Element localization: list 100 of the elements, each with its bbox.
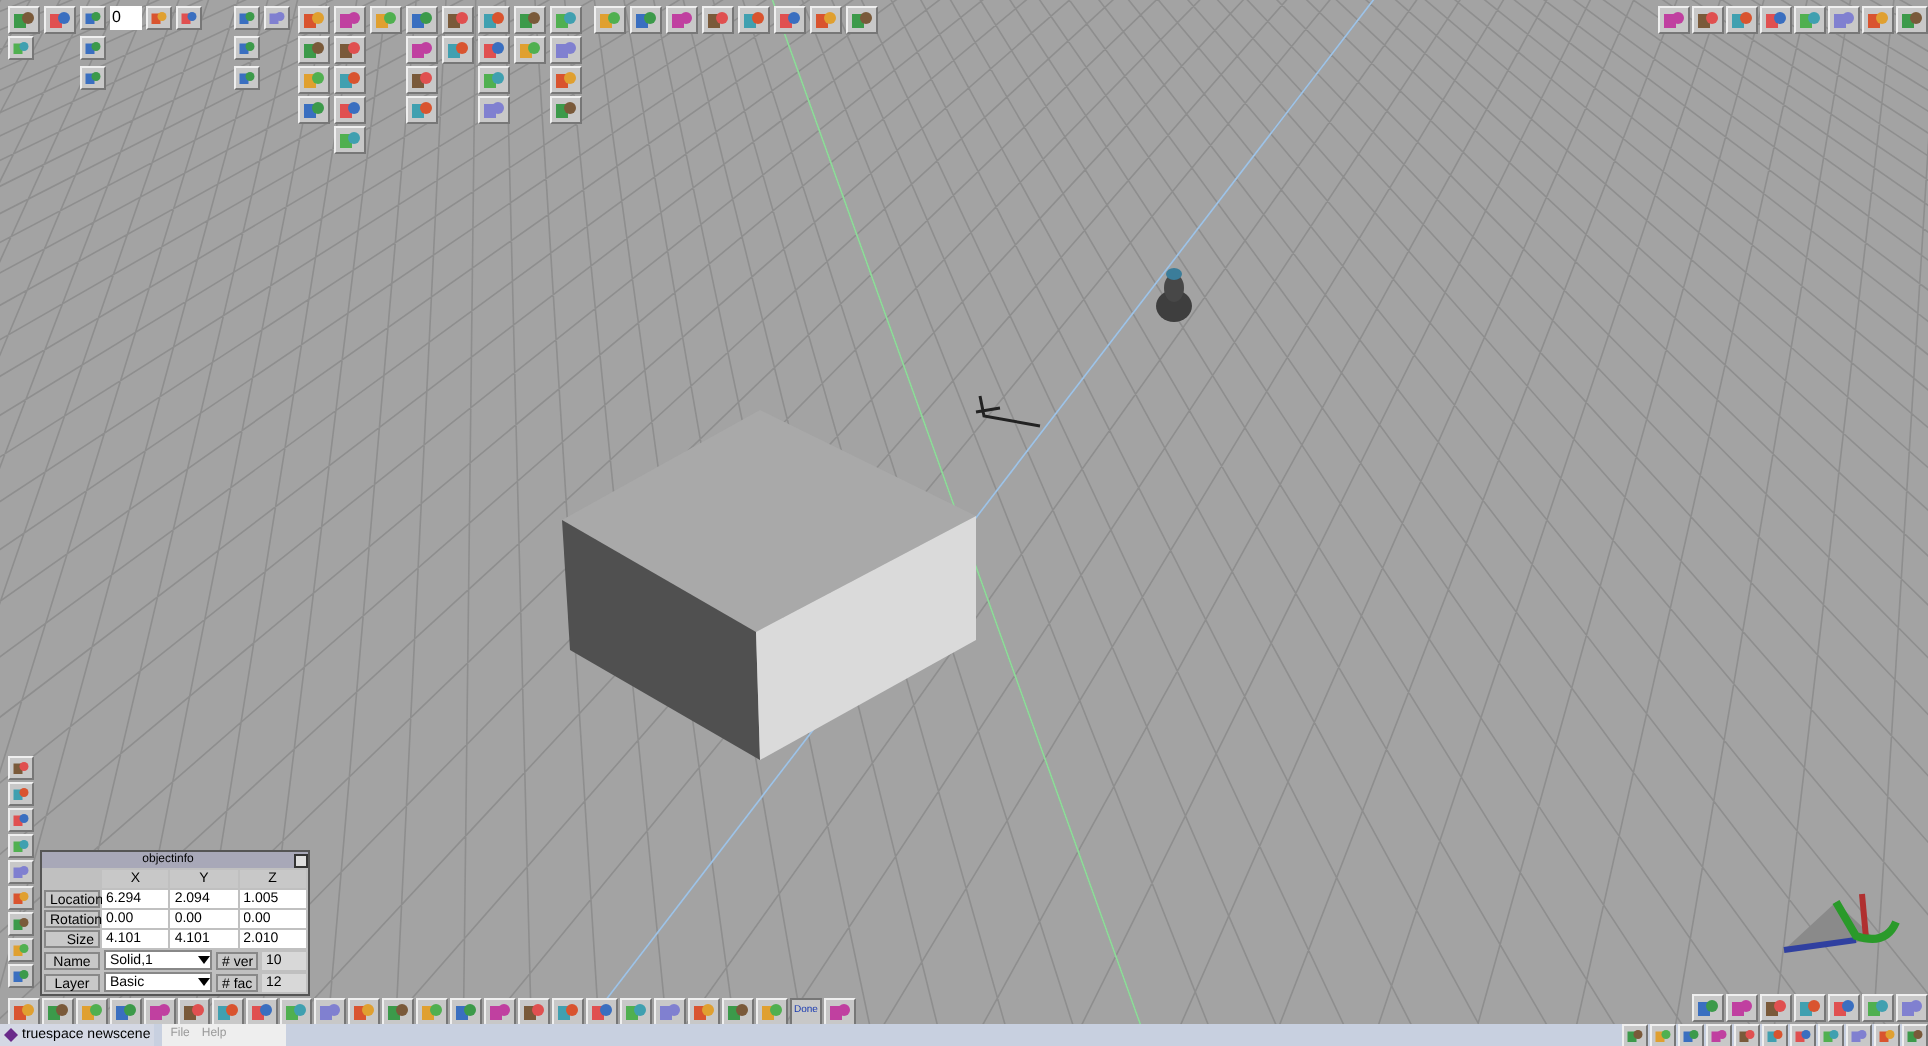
tool-button[interactable] — [550, 36, 582, 64]
tool-button[interactable] — [654, 998, 686, 1026]
tool-button[interactable] — [756, 998, 788, 1026]
tool-button[interactable] — [246, 998, 278, 1026]
tool-button[interactable] — [370, 6, 402, 34]
close-button[interactable] — [294, 853, 308, 867]
tool-button[interactable] — [594, 6, 626, 34]
tool-button[interactable] — [334, 6, 366, 34]
tool-button[interactable] — [334, 96, 366, 124]
tool-button[interactable] — [514, 6, 546, 34]
tool-button[interactable] — [1896, 994, 1928, 1022]
tool-button[interactable] — [518, 998, 550, 1026]
tool-button[interactable] — [76, 998, 108, 1026]
tool-button[interactable] — [738, 6, 770, 34]
tool-button[interactable] — [484, 998, 516, 1026]
tool-button[interactable] — [8, 756, 34, 780]
tool-button[interactable] — [666, 6, 698, 34]
tool-button[interactable] — [1794, 6, 1826, 34]
tool-button[interactable] — [8, 834, 34, 858]
tool-button[interactable] — [846, 6, 878, 34]
tool-button[interactable] — [1762, 1023, 1788, 1046]
tool-button[interactable] — [42, 998, 74, 1026]
tool-button[interactable] — [550, 96, 582, 124]
tool-button[interactable] — [234, 6, 260, 30]
tool-button[interactable] — [1650, 1023, 1676, 1046]
tool-button[interactable] — [774, 6, 806, 34]
tool-button[interactable] — [1828, 994, 1860, 1022]
tool-button[interactable] — [8, 912, 34, 936]
tool-button[interactable] — [334, 66, 366, 94]
tool-button[interactable] — [1846, 1023, 1872, 1046]
tool-button[interactable] — [8, 782, 34, 806]
tool-button[interactable] — [1862, 6, 1894, 34]
tool-button[interactable] — [586, 998, 618, 1026]
tool-button[interactable] — [234, 36, 260, 60]
tool-button[interactable] — [144, 998, 176, 1026]
tool-button[interactable] — [416, 998, 448, 1026]
tool-button[interactable] — [1692, 6, 1724, 34]
tool-button[interactable] — [298, 6, 330, 34]
tool-button[interactable] — [382, 998, 414, 1026]
tool-button[interactable] — [630, 6, 662, 34]
tool-button[interactable] — [810, 6, 842, 34]
tool-button[interactable] — [1678, 1023, 1704, 1046]
tool-button[interactable] — [1902, 1023, 1928, 1046]
tool-button[interactable] — [80, 66, 106, 90]
tool-button[interactable] — [1760, 994, 1792, 1022]
tool-button[interactable] — [620, 998, 652, 1026]
tool-button[interactable] — [1734, 1023, 1760, 1046]
tool-button[interactable] — [178, 998, 210, 1026]
tool-button[interactable] — [1790, 1023, 1816, 1046]
tool-button[interactable] — [1794, 994, 1826, 1022]
tool-button[interactable] — [314, 998, 346, 1026]
tool-button[interactable] — [550, 66, 582, 94]
tool-button[interactable] — [478, 96, 510, 124]
tool-button[interactable] — [334, 126, 366, 154]
tool-button[interactable] — [1874, 1023, 1900, 1046]
tool-button[interactable] — [1828, 6, 1860, 34]
tool-button[interactable] — [8, 998, 40, 1026]
tool-button[interactable] — [406, 36, 438, 64]
tool-button[interactable] — [1896, 6, 1928, 34]
tool-button[interactable] — [8, 886, 34, 910]
tool-button[interactable] — [80, 36, 106, 60]
tool-button[interactable] — [234, 66, 260, 90]
tool-button[interactable] — [44, 6, 76, 34]
tool-button[interactable] — [1760, 6, 1792, 34]
tool-button[interactable] — [8, 6, 40, 34]
tool-button[interactable] — [550, 6, 582, 34]
tool-button[interactable] — [298, 66, 330, 94]
tool-button[interactable] — [823, 998, 856, 1026]
tool-button[interactable] — [478, 36, 510, 64]
tool-button[interactable] — [1692, 994, 1724, 1022]
tool-button[interactable] — [8, 964, 34, 988]
tool-button[interactable] — [1726, 6, 1758, 34]
tool-button[interactable] — [1622, 1023, 1648, 1046]
tool-button[interactable] — [442, 36, 474, 64]
tool-button[interactable] — [348, 998, 380, 1026]
tool-button[interactable] — [722, 998, 754, 1026]
tool-button[interactable] — [8, 36, 34, 60]
tool-button[interactable] — [702, 6, 734, 34]
tool-button[interactable] — [478, 66, 510, 94]
tool-button[interactable] — [8, 938, 34, 962]
tool-button[interactable] — [280, 998, 312, 1026]
tool-button[interactable] — [552, 998, 584, 1026]
tool-button[interactable] — [1706, 1023, 1732, 1046]
tool-button[interactable] — [406, 6, 438, 34]
tool-button[interactable] — [212, 998, 244, 1026]
tool-button[interactable] — [450, 998, 482, 1026]
tool-button[interactable] — [514, 36, 546, 64]
tool-button[interactable] — [8, 808, 34, 832]
tool-button[interactable] — [298, 36, 330, 64]
tool-button[interactable] — [80, 6, 106, 30]
tool-button[interactable] — [1726, 994, 1758, 1022]
tool-button[interactable] — [110, 998, 142, 1026]
tool-button[interactable] — [442, 6, 474, 34]
tool-button[interactable] — [298, 96, 330, 124]
tool-button[interactable] — [334, 36, 366, 64]
tool-button[interactable] — [1862, 994, 1894, 1022]
tool-button[interactable] — [146, 6, 172, 30]
tool-button[interactable] — [406, 96, 438, 124]
tool-button[interactable] — [688, 998, 720, 1026]
tool-button[interactable] — [264, 6, 290, 30]
